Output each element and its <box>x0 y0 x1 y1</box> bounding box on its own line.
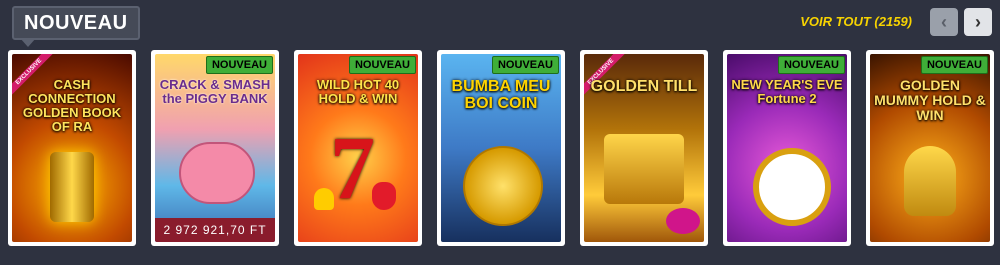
bell-icon <box>314 188 334 210</box>
clock-icon <box>753 148 831 226</box>
game-thumbnail[interactable]: NOUVEAU NEW YEAR'S EVE Fortune 2 <box>727 54 847 242</box>
see-all-link[interactable]: VOIR TOUT (2159) <box>800 14 912 29</box>
cash-register-icon <box>604 134 684 204</box>
game-thumbnail[interactable]: EXCLUSIVE GOLDEN TILL <box>584 54 704 242</box>
new-badge: NOUVEAU <box>920 56 988 74</box>
game-title: CRACK & SMASH the PIGGY BANK <box>159 77 271 106</box>
section-header: NOUVEAU VOIR TOUT (2159) ‹ › <box>0 0 1000 47</box>
game-thumbnail[interactable]: EXCLUSIVE CASH CONNECTION GOLDEN BOOK OF… <box>12 54 132 242</box>
mummy-icon <box>904 146 956 216</box>
game-title: CASH CONNECTION GOLDEN BOOK OF RA <box>22 77 122 134</box>
game-card[interactable]: NOUVEAU WILD HOT 40 HOLD & WIN 7 <box>294 50 422 246</box>
seven-icon: 7 <box>330 119 375 218</box>
section-title: NOUVEAU <box>12 6 140 47</box>
game-title: GOLDEN MUMMY HOLD & WIN <box>874 77 986 123</box>
game-thumbnail[interactable]: NOUVEAU GOLDEN MUMMY HOLD & WIN <box>870 54 990 242</box>
game-title: BUMBA MEU BOI COIN <box>451 78 551 112</box>
game-card[interactable]: NOUVEAU NEW YEAR'S EVE Fortune 2 <box>723 50 851 246</box>
new-badge: NOUVEAU <box>491 56 559 74</box>
game-card[interactable]: NOUVEAU BUMBA MEU BOI COIN <box>437 50 565 246</box>
gold-coin-icon <box>463 146 543 226</box>
new-badge: NOUVEAU <box>205 56 273 74</box>
game-card[interactable]: NOUVEAU CRACK & SMASH the PIGGY BANK 2 9… <box>151 50 279 246</box>
piggy-bank-icon <box>179 142 255 204</box>
game-carousel: EXCLUSIVE CASH CONNECTION GOLDEN BOOK OF… <box>8 50 998 250</box>
bonus-icon <box>666 208 700 234</box>
strawberry-icon <box>372 182 396 210</box>
game-thumbnail[interactable]: NOUVEAU CRACK & SMASH the PIGGY BANK 2 9… <box>155 54 275 242</box>
game-card[interactable]: NOUVEAU GOLDEN MUMMY HOLD & WIN <box>866 50 994 246</box>
game-title: GOLDEN TILL <box>590 78 698 95</box>
chevron-right-icon: › <box>975 12 981 32</box>
game-card[interactable]: EXCLUSIVE CASH CONNECTION GOLDEN BOOK OF… <box>8 50 136 246</box>
game-card[interactable]: EXCLUSIVE GOLDEN TILL <box>580 50 708 246</box>
carousel-prev-button[interactable]: ‹ <box>930 8 958 36</box>
carousel-next-button[interactable]: › <box>964 8 992 36</box>
new-badge: NOUVEAU <box>348 56 416 74</box>
game-title: NEW YEAR'S EVE Fortune 2 <box>731 77 843 106</box>
golden-book-icon <box>50 152 94 222</box>
jackpot-amount: 2 972 921,70 FT <box>155 218 275 242</box>
game-title: WILD HOT 40 HOLD & WIN <box>316 77 400 106</box>
new-badge: NOUVEAU <box>777 56 845 74</box>
game-thumbnail[interactable]: NOUVEAU WILD HOT 40 HOLD & WIN 7 <box>298 54 418 242</box>
chevron-left-icon: ‹ <box>941 12 947 32</box>
game-thumbnail[interactable]: NOUVEAU BUMBA MEU BOI COIN <box>441 54 561 242</box>
